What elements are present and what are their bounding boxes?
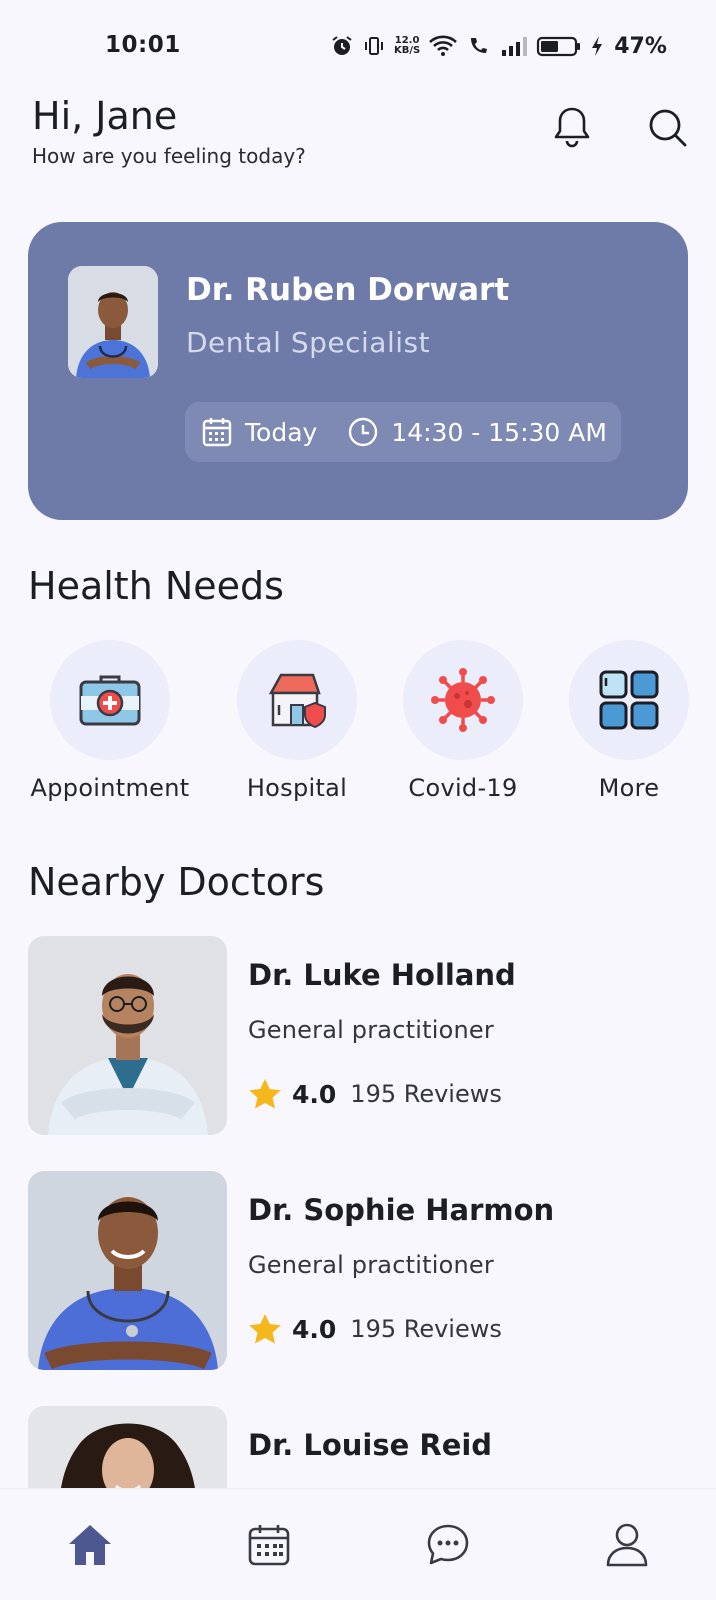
status-icons: 12.0 KB/S 47% <box>330 30 667 62</box>
health-need-more[interactable]: More <box>529 640 716 802</box>
star-icon <box>249 1079 281 1109</box>
doctor-name: Dr. Sophie Harmon <box>248 1193 555 1227</box>
review-count: 195 Reviews <box>350 1080 502 1108</box>
calendar-icon <box>248 1524 289 1565</box>
nav-profile[interactable] <box>587 1505 667 1585</box>
grid-icon <box>599 670 659 730</box>
doctor-photo <box>28 936 227 1135</box>
doctor-rating: 4.0 195 Reviews <box>248 1313 502 1345</box>
chat-icon <box>427 1524 468 1564</box>
health-need-label: More <box>598 774 660 802</box>
notifications-button[interactable] <box>548 104 596 152</box>
virus-icon <box>431 668 495 732</box>
health-needs-title: Health Needs <box>28 564 284 608</box>
doctor-name: Dr. Luke Holland <box>248 958 516 992</box>
doctor-specialty: General practitioner <box>248 1016 494 1044</box>
search-button[interactable] <box>644 104 692 152</box>
first-aid-kit-icon <box>79 675 141 726</box>
wifi-icon <box>429 35 458 56</box>
rating-score: 4.0 <box>292 1079 337 1109</box>
greeting: Hi, Jane <box>32 94 178 138</box>
nearby-doctors-title: Nearby Doctors <box>28 860 325 904</box>
rating-score: 4.0 <box>292 1314 337 1344</box>
status-bar: 10:01 12.0 KB/S 47% <box>0 0 716 90</box>
nav-messages[interactable] <box>408 1505 488 1585</box>
doctor-card[interactable]: Dr. Luke Holland General practitioner 4.… <box>28 936 688 1136</box>
upcoming-appointment-card[interactable]: Dr. Ruben Dorwart Dental Specialist Toda… <box>28 222 688 520</box>
vibrate-icon <box>365 37 383 55</box>
appointment-time: 14:30 - 15:30 AM <box>391 417 607 447</box>
battery-percent: 47% <box>614 33 667 59</box>
appointment-doctor-name: Dr. Ruben Dorwart <box>186 272 510 308</box>
alarm-icon <box>332 36 352 55</box>
doctor-specialty: General practitioner <box>248 1251 494 1279</box>
charging-icon <box>592 36 603 56</box>
calendar-icon <box>202 418 232 447</box>
doctor-card[interactable]: Dr. Sophie Harmon General practitioner 4… <box>28 1171 688 1371</box>
star-icon <box>249 1314 281 1344</box>
bell-icon <box>554 107 590 148</box>
nav-home[interactable] <box>50 1505 130 1585</box>
doctor-avatar <box>68 266 158 378</box>
bottom-nav <box>0 1488 716 1600</box>
doctor-photo <box>28 1171 227 1370</box>
wifi-call-icon <box>471 38 488 53</box>
search-icon <box>649 109 687 147</box>
appointment-specialty: Dental Specialist <box>186 326 431 359</box>
hospital-icon <box>268 673 326 729</box>
signal-icon <box>502 37 528 56</box>
clock-icon <box>349 417 378 447</box>
greeting-subtitle: How are you feeling today? <box>32 144 306 168</box>
appointment-schedule: Today 14:30 - 15:30 AM <box>185 402 621 462</box>
status-time: 10:01 <box>105 32 181 58</box>
doctor-name: Dr. Louise Reid <box>248 1428 493 1462</box>
nav-appointments[interactable] <box>229 1505 309 1585</box>
battery-icon <box>537 36 581 57</box>
net-speed-unit: KB/S <box>394 45 421 56</box>
health-need-appointment[interactable]: Appointment <box>10 640 210 802</box>
profile-icon <box>606 1523 647 1566</box>
review-count: 195 Reviews <box>350 1315 502 1343</box>
doctor-rating: 4.0 195 Reviews <box>248 1078 502 1110</box>
health-need-label: Appointment <box>30 774 190 802</box>
net-speed: 12.0 KB/S <box>394 36 420 56</box>
home-icon <box>68 1524 111 1565</box>
appointment-day: Today <box>245 417 318 447</box>
